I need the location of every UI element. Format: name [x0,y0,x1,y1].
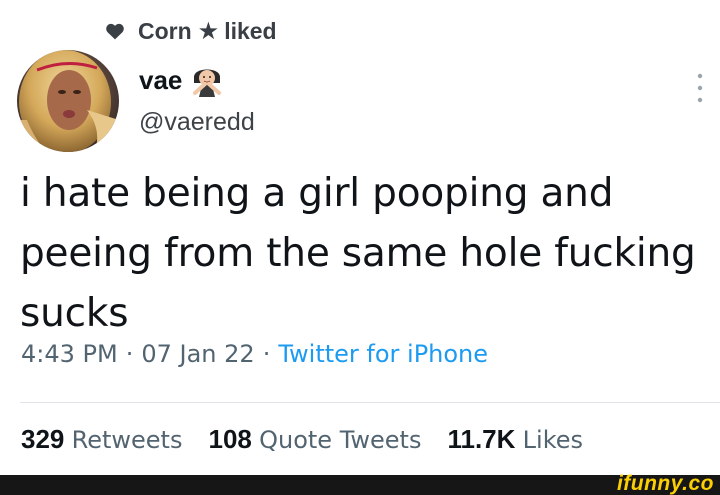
retweets-label: Retweets [71,426,183,454]
quote-tweets-label: Quote Tweets [259,426,422,454]
display-name[interactable]: vae [139,65,182,96]
retweets-count: 329 [21,424,65,454]
social-action: liked [224,17,277,44]
likes-stat[interactable]: 11.7K Likes [447,424,583,455]
avatar[interactable] [17,50,119,152]
heart-icon [106,23,124,40]
tweet-meta: 4:43 PM · 07 Jan 22 · Twitter for iPhone [21,340,488,368]
tweet-source-link[interactable]: Twitter for iPhone [278,340,488,368]
quote-tweets-count: 108 [208,424,252,454]
tweet-time[interactable]: 4:43 PM [21,340,118,368]
social-context: Corn ★ liked [104,14,277,48]
user-handle[interactable]: @vaeredd [139,108,255,137]
separator: · [262,340,271,368]
separator: · [125,340,134,368]
retweets-stat[interactable]: 329 Retweets [21,424,182,455]
tweet-text: i hate being a girl pooping and peeing f… [20,171,696,336]
liker-name[interactable]: Corn [138,18,192,45]
divider [20,402,720,403]
tweet-date[interactable]: 07 Jan 22 [141,340,254,368]
quote-tweets-stat[interactable]: 108 Quote Tweets [208,424,421,455]
woman-gesturing-no-emoji-icon [193,69,222,97]
more-options-icon[interactable] [690,68,710,108]
avatar-image [17,50,119,152]
star-icon: ★ [197,17,220,45]
likes-count: 11.7K [447,424,516,454]
watermark-bar [0,475,720,495]
engagement-stats: 329 Retweets 108 Quote Tweets 11.7K Like… [21,424,609,455]
likes-label: Likes [522,426,584,454]
display-name-row[interactable]: vae [139,60,224,100]
ifunny-watermark: ifunny.co [616,472,714,495]
